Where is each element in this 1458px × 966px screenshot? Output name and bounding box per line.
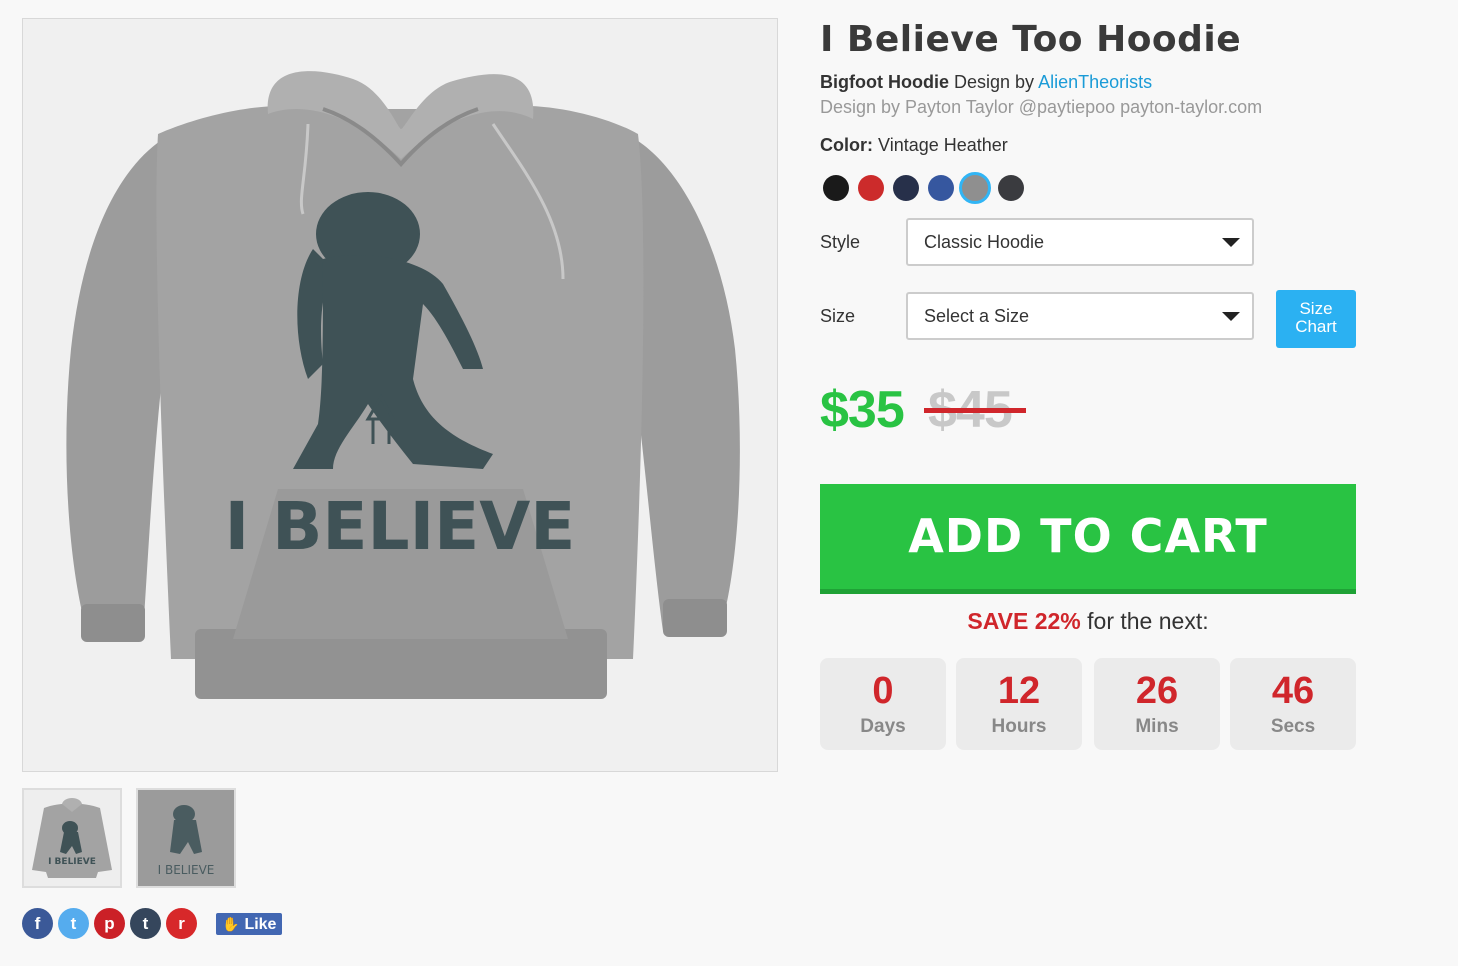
countdown-hours: 12 Hours	[956, 658, 1082, 750]
style-select-value: Classic Hoodie	[924, 232, 1045, 252]
countdown-secs: 46 Secs	[1230, 658, 1356, 750]
countdown-mins-label: Mins	[1135, 716, 1179, 737]
countdown-timer: 0 Days 12 Hours 26 Mins 46 Secs	[820, 658, 1356, 750]
color-swatches	[820, 172, 1360, 206]
svg-text:I BELIEVE: I BELIEVE	[158, 863, 215, 877]
promo-highlight: SAVE 22%	[967, 608, 1081, 634]
reddit-icon[interactable]: r	[166, 908, 197, 939]
swatch-navy[interactable]	[893, 175, 919, 201]
countdown-hours-value: 12	[997, 670, 1041, 712]
style-select[interactable]: Classic Hoodie	[906, 218, 1254, 266]
countdown-days-label: Days	[860, 716, 906, 737]
swatch-royal[interactable]	[928, 175, 954, 201]
color-label-row: Color: Vintage Heather	[820, 133, 1360, 157]
current-price: $35	[820, 381, 905, 439]
pinterest-icon[interactable]: p	[94, 908, 125, 939]
svg-text:I BELIEVE: I BELIEVE	[48, 857, 96, 867]
thumbnail-front[interactable]: I BELIEVE	[22, 788, 122, 888]
size-select-value: Select a Size	[924, 306, 1030, 326]
facebook-like-button[interactable]: ✋ Like	[216, 913, 283, 935]
countdown-mins: 26 Mins	[1094, 658, 1220, 750]
promo-rest: for the next:	[1080, 608, 1209, 634]
chevron-down-icon	[1222, 312, 1240, 321]
product-main-image[interactable]: I BELIEVE	[22, 18, 778, 772]
color-value: Vintage Heather	[878, 135, 1008, 155]
size-chart-button[interactable]: Size Chart	[1276, 290, 1356, 348]
designer-link[interactable]: AlienTheorists	[1038, 72, 1152, 92]
countdown-mins-value: 26	[1135, 670, 1179, 712]
thumbnail-design[interactable]: I BELIEVE	[136, 788, 236, 888]
swatch-black[interactable]	[823, 175, 849, 201]
print-text: I BELIEVE	[225, 488, 576, 565]
facebook-icon[interactable]: f	[22, 908, 53, 939]
countdown-days: 0 Days	[820, 658, 946, 750]
style-row: Style Classic Hoodie	[820, 218, 1360, 268]
size-chart-label-2: Chart	[1295, 317, 1337, 336]
price-strikethrough	[924, 408, 1026, 413]
swatch-red[interactable]	[858, 175, 884, 201]
tumblr-icon[interactable]: t	[130, 908, 161, 939]
product-info: I Believe Too Hoodie Bigfoot Hoodie Desi…	[820, 18, 1360, 750]
style-label: Style	[820, 232, 861, 252]
price-row: $35 $45	[820, 380, 1360, 444]
design-by-prefix: Design by	[954, 72, 1035, 92]
countdown-secs-value: 46	[1271, 670, 1315, 712]
color-label: Color:	[820, 135, 873, 155]
design-thumbnail-icon: I BELIEVE	[138, 790, 234, 886]
swatch-vintage-heather[interactable]	[959, 172, 991, 204]
thumbs-up-icon: ✋	[222, 916, 240, 932]
countdown-secs-label: Secs	[1270, 716, 1316, 737]
product-subtitle: Bigfoot Hoodie Design by AlienTheorists	[820, 70, 1360, 94]
like-label: Like	[244, 916, 277, 933]
countdown-hours-label: Hours	[991, 716, 1047, 737]
size-chart-label-1: Size	[1299, 299, 1333, 318]
page-title: I Believe Too Hoodie	[820, 19, 1242, 60]
promo-message: SAVE 22% for the next:	[820, 608, 1356, 635]
hoodie-illustration: I BELIEVE	[23, 19, 777, 771]
design-credit: Design by Payton Taylor @paytiepoo payto…	[820, 97, 1263, 117]
countdown-days-value: 0	[872, 670, 894, 712]
size-row: Size Select a Size Size Chart	[820, 290, 1360, 348]
product-category: Bigfoot Hoodie	[820, 72, 949, 92]
hoodie-thumbnail-icon: I BELIEVE	[24, 790, 120, 886]
chevron-down-icon	[1222, 238, 1240, 247]
add-to-cart-button[interactable]: ADD TO CART	[820, 484, 1356, 594]
swatch-charcoal[interactable]	[998, 175, 1024, 201]
twitter-icon[interactable]: t	[58, 908, 89, 939]
size-select[interactable]: Select a Size	[906, 292, 1254, 340]
size-label: Size	[820, 306, 856, 326]
